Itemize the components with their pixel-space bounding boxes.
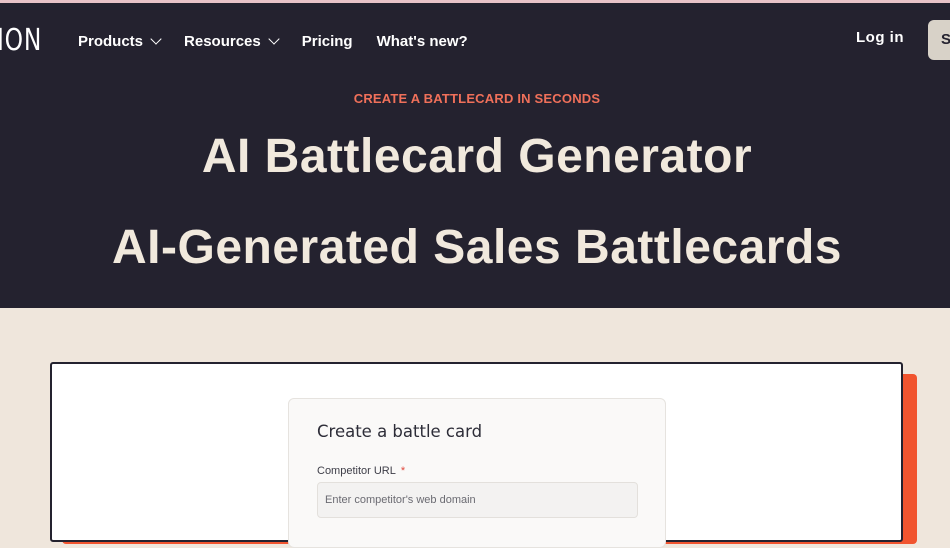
hero-eyebrow: CREATE A BATTLECARD IN SECONDS <box>353 91 601 106</box>
main-nav: Products Resources Pricing What's new? <box>78 30 492 52</box>
form-title: Create a battle card <box>317 422 483 441</box>
competitor-url-input[interactable] <box>317 482 638 518</box>
nav-item-label: Products <box>78 32 144 50</box>
signup-button[interactable]: S <box>928 20 950 60</box>
nav-item-label: What's new? <box>376 32 468 50</box>
battlecard-form: Create a battle card Competitor URL * <box>288 398 666 548</box>
nav-item-whats-new[interactable]: What's new? <box>377 30 468 52</box>
nav-item-products[interactable]: Products <box>78 30 162 52</box>
nav-item-resources[interactable]: Resources <box>184 30 280 52</box>
nav-item-pricing[interactable]: Pricing <box>302 30 353 52</box>
nav-item-label: Resources <box>184 32 261 50</box>
login-link[interactable]: Log in <box>856 29 904 46</box>
hero-section: ION Products Resources Pricing What's ne… <box>0 3 950 308</box>
page-subtitle: AI-Generated Sales Battlecards <box>112 221 842 274</box>
required-marker: * <box>400 465 406 477</box>
chevron-down-icon <box>268 33 280 45</box>
page-title: AI Battlecard Generator <box>201 130 753 183</box>
brand-logo[interactable]: ION <box>0 23 42 58</box>
field-label-text: Competitor URL <box>317 465 396 477</box>
competitor-url-label: Competitor URL * <box>317 465 405 477</box>
chevron-down-icon <box>150 33 162 45</box>
nav-item-label: Pricing <box>301 32 353 50</box>
